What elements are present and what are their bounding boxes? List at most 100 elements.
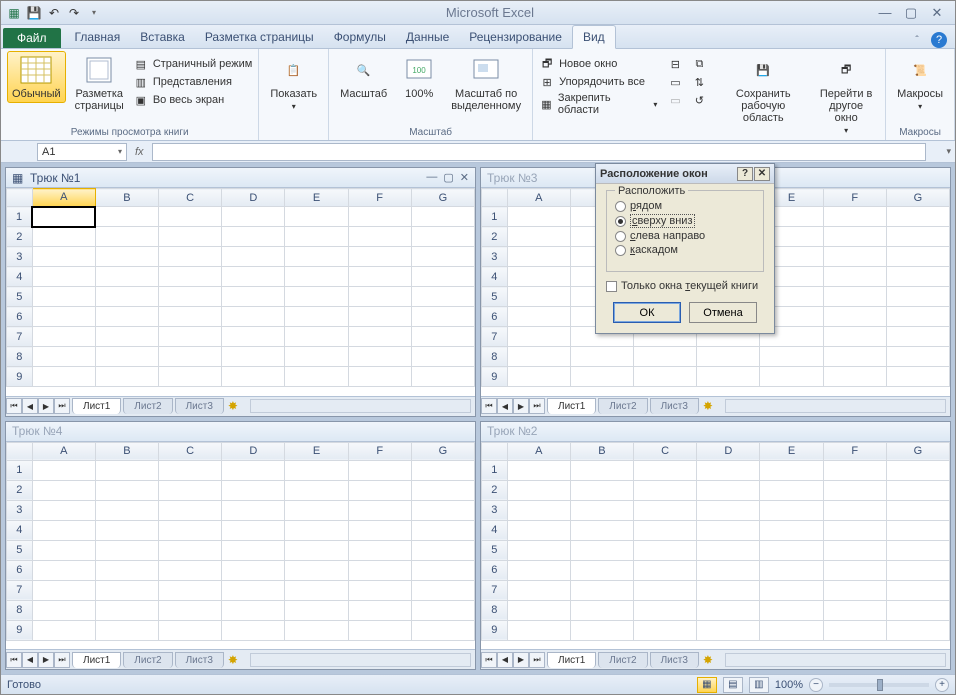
cell[interactable] <box>886 267 949 287</box>
cell[interactable] <box>32 580 95 600</box>
cell[interactable] <box>348 540 411 560</box>
cell[interactable] <box>886 620 949 640</box>
cell[interactable] <box>32 600 95 620</box>
column-header[interactable]: B <box>95 442 158 460</box>
tab-view[interactable]: Вид <box>572 25 616 49</box>
cell[interactable] <box>348 460 411 480</box>
cell[interactable] <box>32 327 95 347</box>
cell[interactable] <box>348 347 411 367</box>
cell[interactable] <box>95 620 158 640</box>
save-icon[interactable]: 💾 <box>25 4 43 22</box>
cell[interactable] <box>634 580 697 600</box>
row-header[interactable]: 5 <box>7 540 33 560</box>
ok-button[interactable]: ОК <box>613 302 681 323</box>
cell[interactable] <box>348 367 411 387</box>
row-header[interactable]: 7 <box>7 327 33 347</box>
cell[interactable] <box>285 327 348 347</box>
cell[interactable] <box>570 500 633 520</box>
workbook-window-3[interactable]: Трюк №4ABCDEFG123456789⏮◀▶⏭Лист1Лист2Лис… <box>5 421 476 671</box>
column-header[interactable]: C <box>634 442 697 460</box>
column-header[interactable]: F <box>348 442 411 460</box>
row-header[interactable]: 5 <box>482 287 508 307</box>
side-by-side-button[interactable]: ⧉ <box>691 55 707 73</box>
workbook-titlebar[interactable]: Трюк №4 <box>6 422 475 442</box>
cell[interactable] <box>95 347 158 367</box>
row-header[interactable]: 5 <box>7 287 33 307</box>
sheet-tab[interactable]: Лист1 <box>547 398 596 414</box>
cell[interactable] <box>507 247 570 267</box>
cell[interactable] <box>285 560 348 580</box>
view-normal-icon[interactable]: ▦ <box>697 677 717 693</box>
cell[interactable] <box>760 540 823 560</box>
tab-data[interactable]: Данные <box>396 26 459 48</box>
cell[interactable] <box>285 520 348 540</box>
row-header[interactable]: 4 <box>7 267 33 287</box>
new-sheet-icon[interactable]: ✸ <box>228 653 246 667</box>
cell[interactable] <box>886 500 949 520</box>
cell[interactable] <box>823 520 886 540</box>
cell[interactable] <box>411 367 474 387</box>
radio-horizontal[interactable]: сверху вниз <box>615 213 755 229</box>
name-box-dropdown-icon[interactable]: ▾ <box>118 147 122 156</box>
cell[interactable] <box>348 287 411 307</box>
row-header[interactable]: 6 <box>482 560 508 580</box>
cell[interactable] <box>348 560 411 580</box>
row-header[interactable]: 1 <box>7 460 33 480</box>
horizontal-scrollbar[interactable] <box>725 653 946 667</box>
cell[interactable] <box>886 540 949 560</box>
formula-expand-icon[interactable]: ▾ <box>946 146 951 157</box>
cell[interactable] <box>159 500 222 520</box>
cell[interactable] <box>285 207 348 227</box>
cell[interactable] <box>32 267 95 287</box>
cell[interactable] <box>507 480 570 500</box>
cell[interactable] <box>823 247 886 267</box>
cell[interactable] <box>570 540 633 560</box>
cell[interactable] <box>507 580 570 600</box>
cell[interactable] <box>222 267 285 287</box>
cell[interactable] <box>285 500 348 520</box>
cell[interactable] <box>159 520 222 540</box>
row-header[interactable]: 8 <box>482 347 508 367</box>
cell[interactable] <box>823 600 886 620</box>
cell[interactable] <box>285 460 348 480</box>
reset-position-button[interactable]: ↺ <box>691 91 707 109</box>
cell[interactable] <box>222 580 285 600</box>
cell[interactable] <box>886 287 949 307</box>
tab-home[interactable]: Главная <box>65 26 131 48</box>
cell[interactable] <box>285 600 348 620</box>
switch-windows-button[interactable]: 🗗 Перейти в другое окно ▾ <box>813 51 879 138</box>
cell[interactable] <box>95 540 158 560</box>
cell[interactable] <box>760 347 823 367</box>
radio-cascade[interactable]: каскадом <box>615 243 755 257</box>
row-header[interactable]: 9 <box>7 620 33 640</box>
cell[interactable] <box>886 480 949 500</box>
cell[interactable] <box>32 620 95 640</box>
cell[interactable] <box>348 620 411 640</box>
custom-views-button[interactable]: ▥Представления <box>133 73 253 91</box>
row-header[interactable]: 3 <box>482 500 508 520</box>
cell[interactable] <box>222 620 285 640</box>
cell[interactable] <box>697 580 760 600</box>
row-header[interactable]: 3 <box>7 247 33 267</box>
zoom-button[interactable]: 🔍 Масштаб <box>335 51 392 103</box>
row-header[interactable]: 5 <box>482 540 508 560</box>
cell[interactable] <box>823 307 886 327</box>
dialog-titlebar[interactable]: Расположение окон ? ✕ <box>596 164 774 184</box>
cell[interactable] <box>159 600 222 620</box>
cell[interactable] <box>159 540 222 560</box>
row-header[interactable]: 7 <box>482 327 508 347</box>
sheet-nav-button[interactable]: ⏮ <box>6 652 22 668</box>
cell[interactable] <box>285 247 348 267</box>
sheet-tab[interactable]: Лист1 <box>72 398 121 414</box>
cell[interactable] <box>222 227 285 247</box>
cell[interactable] <box>634 347 697 367</box>
column-header[interactable]: E <box>285 189 348 207</box>
sheet-tab[interactable]: Лист1 <box>547 652 596 668</box>
cell[interactable] <box>760 580 823 600</box>
row-header[interactable]: 8 <box>482 600 508 620</box>
view-layout-icon[interactable]: ▤ <box>723 677 743 693</box>
row-header[interactable]: 6 <box>7 560 33 580</box>
row-header[interactable]: 9 <box>7 367 33 387</box>
cell[interactable] <box>95 267 158 287</box>
cell[interactable] <box>760 480 823 500</box>
